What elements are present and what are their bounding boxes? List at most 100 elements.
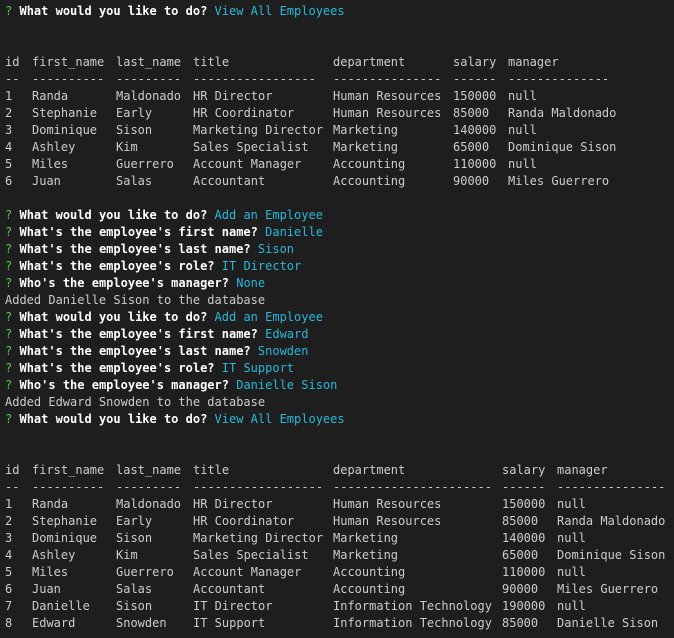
prompt-question-mark-icon: ? bbox=[5, 242, 13, 256]
table-cell: 140000 bbox=[453, 123, 497, 137]
table-cell: Account Manager bbox=[193, 157, 302, 171]
table-separator: ------------------ bbox=[193, 480, 324, 494]
table-cell: 190000 bbox=[502, 599, 546, 613]
prompt-answer: View All Employees bbox=[214, 412, 345, 426]
table-cell: 4 bbox=[5, 548, 13, 562]
table-cell: Accounting bbox=[333, 565, 406, 579]
terminal-window: { "prompt_symbol": "?", "lines": [ {"typ… bbox=[0, 0, 674, 638]
prompt-question-mark-icon: ? bbox=[5, 378, 13, 392]
table-cell: 6 bbox=[5, 174, 13, 188]
prompt-question-mark-icon: ? bbox=[5, 208, 13, 222]
prompt-question: What would you like to do? bbox=[19, 412, 208, 426]
table-cell: Dominique Sison bbox=[557, 548, 666, 562]
table-header: department bbox=[333, 55, 406, 69]
prompt-answer: Sison bbox=[257, 242, 295, 256]
table-cell: 110000 bbox=[453, 157, 497, 171]
table-cell: 2 bbox=[5, 106, 13, 120]
prompt-question: Who's the employee's manager? bbox=[19, 276, 229, 290]
prompt-question: What's the employee's last name? bbox=[19, 344, 251, 358]
table-cell: 110000 bbox=[502, 565, 546, 579]
prompt-question: What's the employee's role? bbox=[19, 361, 215, 375]
prompt-question: Who's the employee's manager? bbox=[19, 378, 229, 392]
table-cell: Randa Maldonado bbox=[557, 514, 666, 528]
table-row: 1 Randa Maldonado HR Director Human Resource… bbox=[5, 496, 674, 513]
table-cell: null bbox=[557, 599, 586, 613]
table-row: 2 Stephanie Early HR Coordinator Human Resou… bbox=[5, 513, 674, 530]
terminal-output: ? What would you like to do? View All Em… bbox=[5, 3, 674, 632]
prompt-question: What would you like to do? bbox=[19, 208, 208, 222]
table-cell: Stephanie bbox=[32, 514, 98, 528]
table-cell: 90000 bbox=[453, 174, 490, 188]
table-separator-row: ----------------------------------------… bbox=[5, 479, 674, 496]
table-cell: HR Coordinator bbox=[193, 106, 295, 120]
table-cell: 150000 bbox=[502, 497, 546, 511]
table-cell: Human Resources bbox=[333, 106, 442, 120]
table-cell: Human Resources bbox=[333, 497, 442, 511]
output-text: Added Edward Snowden to the database bbox=[5, 395, 266, 409]
table-row: 5 Miles Guerrero Account Manager Accounting 1… bbox=[5, 564, 674, 581]
prompt-question-mark-icon: ? bbox=[5, 259, 13, 273]
table-cell: Danielle Sison bbox=[557, 616, 659, 630]
table-separator: ------ bbox=[502, 480, 546, 494]
prompt-line: ? What's the employee's first name? Edwa… bbox=[5, 326, 674, 343]
prompt-question: What would you like to do? bbox=[19, 4, 208, 18]
prompt-question: What's the employee's first name? bbox=[19, 327, 258, 341]
table-cell: Human Resources bbox=[333, 89, 442, 103]
prompt-question-mark-icon: ? bbox=[5, 327, 13, 341]
table-row: 6 Juan Salas Accountant Accounting 90000 Miles… bbox=[5, 173, 674, 190]
table-cell: 1 bbox=[5, 89, 13, 103]
prompt-question-mark-icon: ? bbox=[5, 4, 13, 18]
table-separator: --------------- bbox=[557, 480, 666, 494]
table-cell: Sales Specialist bbox=[193, 140, 309, 154]
table-cell: Salas bbox=[116, 174, 153, 188]
prompt-question-mark-icon: ? bbox=[5, 310, 13, 324]
table-cell: Marketing Director bbox=[193, 123, 324, 137]
prompt-answer: Edward bbox=[265, 327, 309, 341]
table-row: 7 Danielle Sison IT Director Information Tec… bbox=[5, 598, 674, 615]
table-cell: Dominique Sison bbox=[508, 140, 617, 154]
prompt-line: ? Who's the employee's manager? Danielle… bbox=[5, 377, 674, 394]
prompt-question: What's the employee's first name? bbox=[19, 225, 258, 239]
table-cell: 5 bbox=[5, 157, 13, 171]
table-cell: IT Director bbox=[193, 599, 273, 613]
table-cell: Guerrero bbox=[116, 157, 174, 171]
table-row: 4 Ashley Kim Sales Specialist Marketing 65000… bbox=[5, 547, 674, 564]
table-separator: --------------- bbox=[333, 72, 442, 86]
table-cell: Accountant bbox=[193, 582, 266, 596]
prompt-question-mark-icon: ? bbox=[5, 225, 13, 239]
table-separator: --------- bbox=[116, 480, 182, 494]
table-cell: Juan bbox=[32, 174, 61, 188]
prompt-line: ? What would you like to do? Add an Empl… bbox=[5, 207, 674, 224]
table-cell: Accounting bbox=[333, 174, 406, 188]
table-header: manager bbox=[557, 463, 608, 477]
table-row: 1 Randa Maldonado HR Director Human Resource… bbox=[5, 88, 674, 105]
prompt-line: ? What's the employee's last name? Sison bbox=[5, 241, 674, 258]
table-cell: Early bbox=[116, 514, 153, 528]
prompt-question: What would you like to do? bbox=[19, 310, 208, 324]
table-row: 2 Stephanie Early HR Coordinator Human Resou… bbox=[5, 105, 674, 122]
table-separator-row: ----------------------------------------… bbox=[5, 71, 674, 88]
prompt-line: ? What would you like to do? View All Em… bbox=[5, 3, 674, 20]
prompt-question-mark-icon: ? bbox=[5, 412, 13, 426]
table-header: title bbox=[193, 55, 230, 69]
prompt-line: ? What would you like to do? Add an Empl… bbox=[5, 309, 674, 326]
table-cell: IT Support bbox=[193, 616, 266, 630]
prompt-question-mark-icon: ? bbox=[5, 344, 13, 358]
table-cell: null bbox=[557, 531, 586, 545]
table-cell: 85000 bbox=[502, 616, 539, 630]
table-cell: null bbox=[508, 123, 537, 137]
table-header: manager bbox=[508, 55, 559, 69]
table-header: last_name bbox=[116, 55, 182, 69]
table-cell: Account Manager bbox=[193, 565, 302, 579]
table-cell: Marketing bbox=[333, 140, 399, 154]
prompt-answer: IT Director bbox=[221, 259, 302, 273]
table-separator: -- bbox=[5, 72, 20, 86]
table-cell: Kim bbox=[116, 548, 138, 562]
table-cell: 85000 bbox=[453, 106, 490, 120]
table-header: last_name bbox=[116, 463, 182, 477]
output-text: Added Danielle Sison to the database bbox=[5, 293, 266, 307]
prompt-answer: Danielle Sison bbox=[236, 378, 338, 392]
table-cell: Edward bbox=[32, 616, 76, 630]
